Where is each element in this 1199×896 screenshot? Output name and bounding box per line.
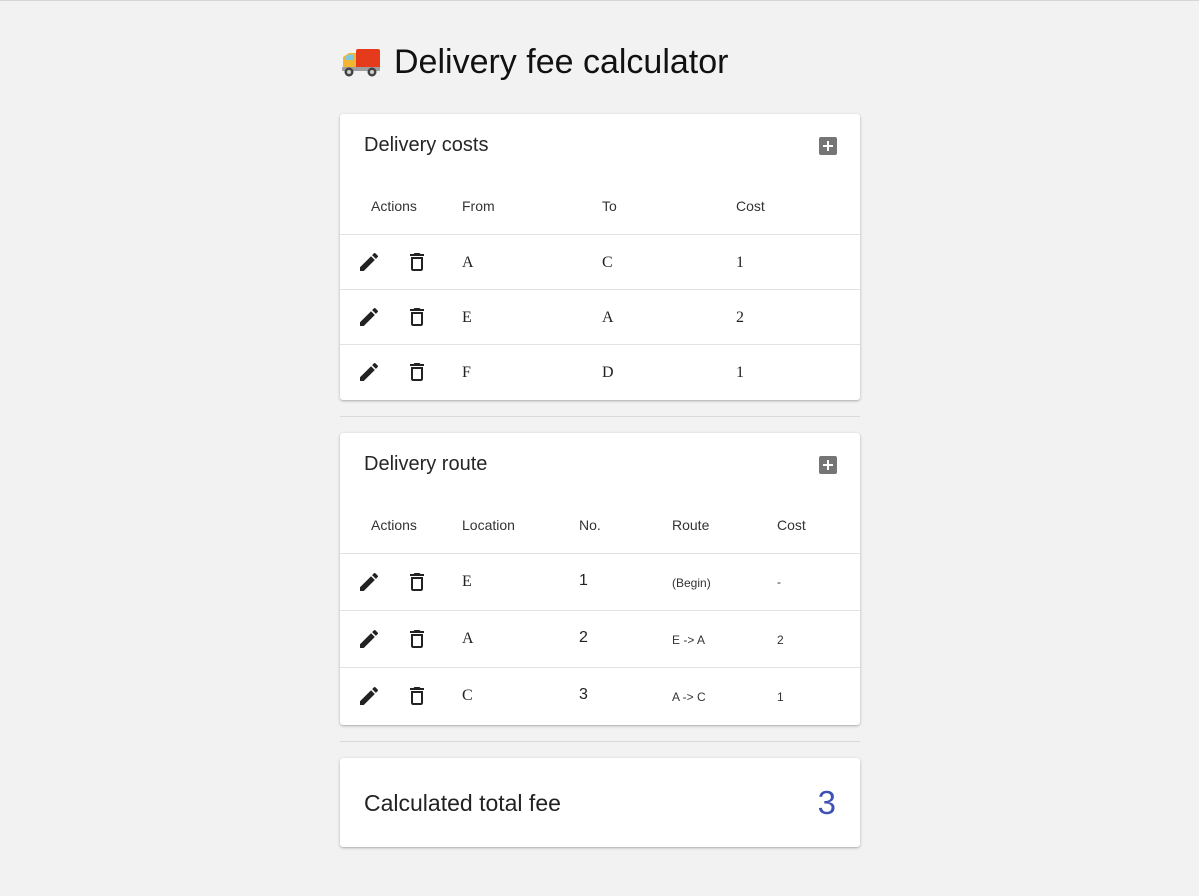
- edit-icon[interactable]: [357, 570, 381, 594]
- route-number: 1: [579, 572, 588, 589]
- cost-to: D: [602, 364, 614, 381]
- costs-table-row: F D 1: [340, 345, 860, 399]
- route-cost: 1: [777, 690, 784, 704]
- route-location: C: [462, 687, 473, 704]
- costs-col-cost: Cost: [736, 198, 765, 214]
- route-path: A -> C: [672, 690, 706, 704]
- delete-icon[interactable]: [405, 684, 429, 708]
- page-title: Delivery fee calculator: [394, 42, 729, 81]
- edit-icon[interactable]: [357, 684, 381, 708]
- total-fee-value: 3: [817, 784, 836, 821]
- route-col-cost: Cost: [777, 517, 806, 533]
- route-number: 2: [579, 629, 588, 646]
- edit-icon[interactable]: [357, 627, 381, 651]
- delivery-truck-icon: [342, 49, 380, 77]
- route-path: (Begin): [672, 576, 711, 590]
- edit-icon[interactable]: [357, 360, 381, 384]
- cost-from: A: [462, 254, 474, 271]
- edit-icon[interactable]: [357, 305, 381, 329]
- section-divider: [340, 741, 860, 742]
- edit-icon[interactable]: [357, 250, 381, 274]
- top-border: [0, 0, 1199, 1]
- delivery-costs-header: Delivery costs: [340, 114, 860, 178]
- cost-to: C: [602, 254, 613, 271]
- total-fee-card: Calculated total fee 3: [340, 758, 860, 847]
- delivery-route-header: Delivery route: [340, 433, 860, 497]
- delivery-route-title: Delivery route: [364, 453, 488, 475]
- delivery-costs-title: Delivery costs: [364, 134, 489, 156]
- route-cost: 2: [777, 633, 784, 647]
- route-path: E -> A: [672, 633, 706, 647]
- cost-value: 2: [736, 309, 744, 326]
- cost-value: 1: [736, 364, 744, 381]
- costs-col-to: To: [602, 198, 617, 214]
- total-fee-label: Calculated total fee: [364, 790, 561, 816]
- delete-icon[interactable]: [405, 360, 429, 384]
- cost-to: A: [602, 309, 614, 326]
- route-col-route: Route: [672, 517, 710, 533]
- costs-col-from: From: [462, 198, 495, 214]
- page-header: Delivery fee calculator: [340, 40, 728, 84]
- cost-value: 1: [736, 254, 744, 271]
- costs-col-actions: Actions: [371, 198, 417, 214]
- route-table-row: E 1 (Begin) -: [340, 554, 860, 611]
- section-divider: [340, 416, 860, 417]
- add-cost-button[interactable]: [819, 137, 837, 155]
- route-table-row: A 2 E -> A 2: [340, 611, 860, 668]
- cost-from: F: [462, 364, 471, 381]
- delivery-costs-card: Delivery costs Actions From To Cost A C …: [340, 114, 860, 400]
- delete-icon[interactable]: [405, 250, 429, 274]
- cost-from: E: [462, 309, 472, 326]
- delivery-route-card: Delivery route Actions Location No. Rout…: [340, 433, 860, 725]
- route-table-row: C 3 A -> C 1: [340, 668, 860, 724]
- costs-table-row: A C 1: [340, 235, 860, 290]
- delete-icon[interactable]: [405, 305, 429, 329]
- costs-table-header: Actions From To Cost: [340, 178, 860, 235]
- costs-table-row: E A 2: [340, 290, 860, 345]
- route-number: 3: [579, 686, 588, 703]
- route-location: A: [462, 630, 474, 647]
- route-col-no: No.: [579, 517, 601, 533]
- route-col-actions: Actions: [371, 517, 417, 533]
- route-col-location: Location: [462, 517, 515, 533]
- delete-icon[interactable]: [405, 627, 429, 651]
- delete-icon[interactable]: [405, 570, 429, 594]
- route-table-header: Actions Location No. Route Cost: [340, 497, 860, 554]
- route-location: E: [462, 573, 472, 590]
- add-location-button[interactable]: [819, 456, 837, 474]
- route-cost: -: [777, 575, 781, 589]
